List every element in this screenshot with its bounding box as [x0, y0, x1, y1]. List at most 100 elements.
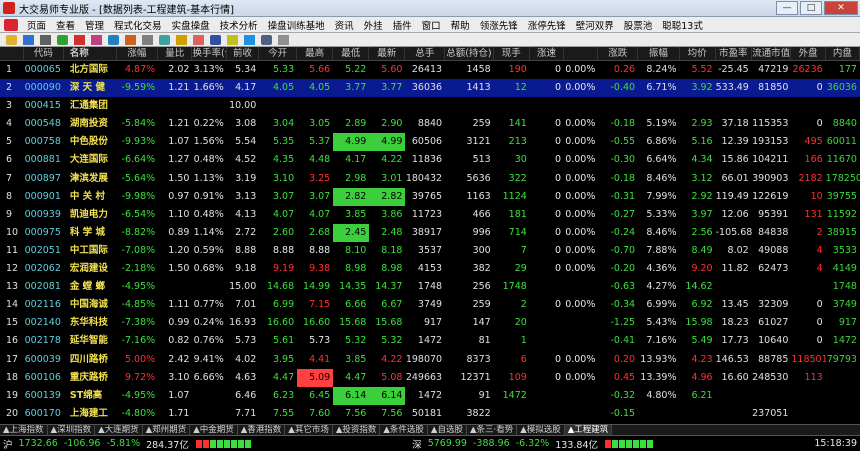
tab-11[interactable]: ▲模拟选股 — [517, 425, 565, 435]
table-row[interactable]: 13 002081 金 螳 螂 -4.95% 15.00 14.68 14.99 14.35 1… — [0, 278, 860, 296]
menu-item-1[interactable]: 查看 — [51, 18, 80, 32]
list-icon[interactable] — [108, 34, 119, 45]
table-row[interactable]: 4 000548 湖南投资 -5.84% 1.21 0.22% 3.08 3.04 3.05 2.… — [0, 115, 860, 133]
bell-icon[interactable] — [227, 34, 238, 45]
grid-icon[interactable] — [159, 34, 170, 45]
folder-icon[interactable] — [6, 34, 17, 45]
tab-4[interactable]: ▲中金期货 — [190, 425, 238, 435]
tab-6[interactable]: ▲其它市场 — [285, 425, 333, 435]
menu-item-7[interactable]: 资讯 — [330, 18, 359, 32]
table-row[interactable]: 17 600039 四川路桥 5.00% 2.42 9.41% 4.02 3.95 4.41 3.… — [0, 351, 860, 369]
info-icon[interactable] — [244, 34, 255, 45]
column-header[interactable]: 均价 — [680, 47, 716, 60]
table-row[interactable]: 2 000090 深 天 健 -9.59% 1.21 1.66% 4.17 4.05 4.05 3… — [0, 79, 860, 98]
column-header[interactable]: 涨跌 — [598, 47, 639, 60]
maximize-button[interactable]: □ — [800, 1, 822, 15]
column-header[interactable]: 流通市值 — [752, 47, 792, 60]
table-row[interactable]: 3 000415 汇通集团 10.00 — [0, 97, 860, 115]
close-button[interactable]: ✕ — [824, 1, 858, 15]
menu-item-3[interactable]: 程式化交易 — [109, 18, 167, 32]
menu-item-15[interactable]: 股票池 — [619, 18, 658, 32]
menu-item-0[interactable]: 页面 — [22, 18, 51, 32]
column-header[interactable]: 前收 — [227, 47, 260, 60]
tab-5[interactable]: ▲香港指数 — [238, 425, 286, 435]
menu-item-6[interactable]: 操盘训练基地 — [263, 18, 330, 32]
table-row[interactable]: 7 000897 津滨发展 -5.64% 1.50 1.13% 3.19 3.10 3.25 2.… — [0, 170, 860, 188]
cell-last: 8.18 — [381, 244, 403, 256]
diamond-icon[interactable] — [176, 34, 187, 45]
column-header[interactable]: 量比 — [158, 47, 193, 60]
menu-item-2[interactable]: 管理 — [80, 18, 109, 32]
table-row[interactable]: 18 600106 重庆路桥 9.72% 3.10 6.66% 4.63 4.47 5.09 4.… — [0, 368, 860, 387]
column-header[interactable]: 涨幅 — [117, 47, 159, 60]
chart-icon[interactable] — [91, 34, 102, 45]
tab-0[interactable]: ▲上海指数 — [0, 425, 48, 435]
table-row[interactable]: 12 002062 宏润建设 -2.18% 1.50 0.68% 9.18 9.19 9.38 8… — [0, 260, 860, 278]
menu-item-11[interactable]: 帮助 — [446, 18, 475, 32]
column-header[interactable]: 涨速 — [530, 47, 565, 60]
table-row[interactable]: 9 000939 凯迪电力 -6.54% 1.10 0.48% 4.13 4.07 4.07 3.… — [0, 206, 860, 224]
column-header[interactable]: 市盈率 — [716, 47, 752, 60]
column-header[interactable]: 现手 — [494, 47, 530, 60]
column-header[interactable]: 总额(持仓) — [445, 47, 494, 60]
tab-10[interactable]: ▲条三·看势 — [467, 425, 518, 435]
column-header[interactable]: 代码 — [24, 47, 64, 60]
column-header[interactable]: 名称 — [64, 47, 117, 60]
arrow-down-icon[interactable] — [74, 34, 85, 45]
column-header[interactable] — [0, 47, 25, 60]
table-row[interactable]: 6 000881 大连国际 -6.64% 1.27 0.48% 4.52 4.35 4.48 4.… — [0, 151, 860, 169]
table-row[interactable]: 5 000758 中色股份 -9.93% 1.07 1.56% 5.54 5.35 5.37 4.… — [0, 133, 860, 152]
menu-item-14[interactable]: 壁河双界 — [571, 18, 619, 32]
menu-item-12[interactable]: 领涨先锋 — [475, 18, 523, 32]
column-header[interactable]: 振幅 — [638, 47, 680, 60]
tab-1[interactable]: ▲深圳指数 — [48, 425, 96, 435]
cell-open: 4.47 — [272, 371, 295, 383]
arrow-up-icon[interactable] — [57, 34, 68, 45]
tab-12[interactable]: ▲工程建筑 — [564, 425, 613, 435]
system-menu-icon[interactable] — [4, 18, 18, 31]
tab-8[interactable]: ▲条件选股 — [380, 425, 428, 435]
menu-item-16[interactable]: 聪聪13式 — [657, 18, 708, 32]
table-row[interactable]: 19 600139 ST绵高 -4.95% 1.07 6.46 6.23 6.45 6.14 6.… — [0, 386, 860, 405]
table-row[interactable]: 11 002051 中工国际 -7.08% 1.20 0.59% 8.88 8.88 8.88 8… — [0, 242, 860, 260]
menu-item-4[interactable]: 实盘操盘 — [167, 18, 215, 32]
menu-item-13[interactable]: 涨停先锋 — [523, 18, 571, 32]
print-icon[interactable] — [40, 34, 51, 45]
table-row[interactable]: 8 000901 中 关 村 -9.98% 0.97 0.91% 3.13 3.07 3.07 2… — [0, 187, 860, 206]
star-icon[interactable] — [193, 34, 204, 45]
tab-2[interactable]: ▲大连期货 — [95, 425, 143, 435]
column-header[interactable]: 总手 — [405, 47, 446, 60]
table-row[interactable]: 14 002116 中国海诚 -4.85% 1.11 0.77% 7.01 6.99 7.15 6… — [0, 296, 860, 314]
table-row[interactable]: 10 000975 科 学 城 -8.82% 0.89 1.14% 2.72 2.60 2.68… — [0, 223, 860, 242]
column-header[interactable]: 外盘 — [791, 47, 826, 60]
menu-item-10[interactable]: 窗口 — [417, 18, 446, 32]
column-header[interactable]: 今开 — [259, 47, 298, 60]
column-header[interactable]: 换手率(仓差) — [192, 47, 227, 60]
menu-item-5[interactable]: 技术分析 — [215, 18, 263, 32]
menu-item-9[interactable]: 插件 — [388, 18, 417, 32]
column-header[interactable]: 最新 — [369, 47, 406, 60]
cell-flow — [752, 278, 792, 296]
table-row[interactable]: 16 002178 延华智能 -7.16% 0.82 0.76% 5.73 5.61 5.73 5… — [0, 332, 860, 350]
cell-open: 4.05 — [272, 82, 295, 94]
minimize-button[interactable]: — — [776, 1, 798, 15]
flag-icon[interactable] — [210, 34, 221, 45]
table-icon[interactable] — [261, 34, 272, 45]
table-row[interactable]: 1 000065 北方国际 4.87% 2.02 3.13% 5.34 5.33 5.66 5.2… — [0, 61, 860, 79]
tab-7[interactable]: ▲投资指数 — [333, 425, 381, 435]
column-header[interactable]: 内盘 — [826, 47, 860, 60]
candle-icon[interactable] — [125, 34, 136, 45]
column-header[interactable]: 最低 — [333, 47, 370, 60]
table-row[interactable]: 20 600170 上海建工 -4.80% 1.71 7.71 7.55 7.60 7.56 7.… — [0, 405, 860, 423]
sh-index-amount: 284.37亿 — [146, 439, 189, 451]
tab-9[interactable]: ▲自选股 — [428, 425, 467, 435]
table-row[interactable]: 15 002140 东华科技 -7.38% 0.99 0.24% 16.93 16.60 16.… — [0, 314, 860, 332]
menu-item-8[interactable]: 外挂 — [359, 18, 388, 32]
zoom-icon[interactable] — [142, 34, 153, 45]
column-header[interactable]: 最高 — [297, 47, 334, 60]
column-header[interactable] — [564, 47, 599, 60]
tab-3[interactable]: ▲郑州期货 — [143, 425, 191, 435]
save-icon[interactable] — [23, 34, 34, 45]
cell-zf2: 6.99% — [646, 299, 677, 311]
tool-icon[interactable] — [278, 34, 289, 45]
